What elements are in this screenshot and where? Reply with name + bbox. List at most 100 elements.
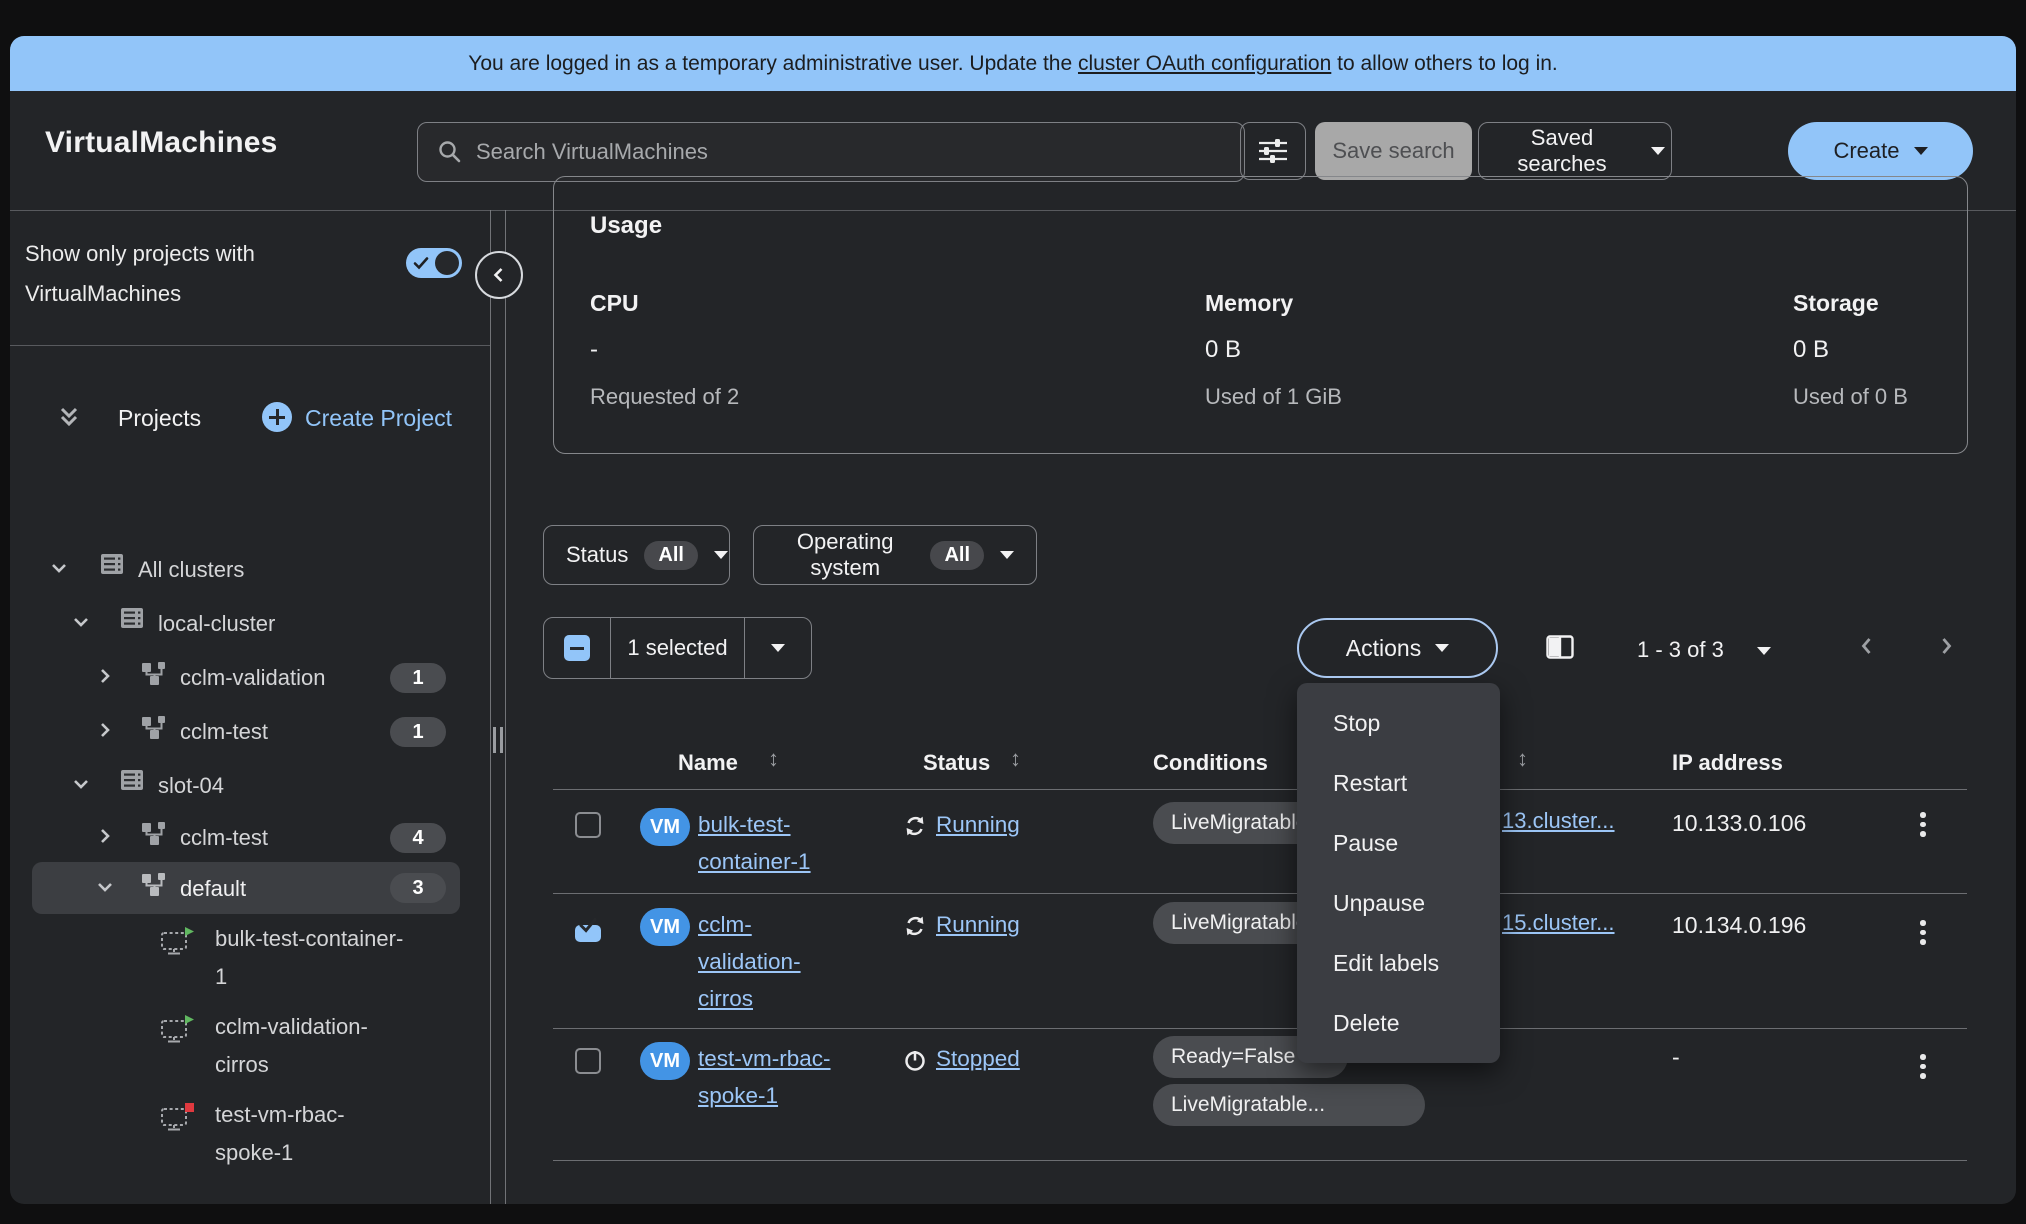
tree-item-cclm-validation[interactable]: cclm-validation <box>180 659 326 697</box>
collapse-all-icon[interactable] <box>56 405 82 436</box>
page-title: VirtualMachines <box>45 126 278 160</box>
sliders-icon <box>1257 138 1289 164</box>
status-filter-dropdown[interactable]: Status All <box>543 525 730 585</box>
menu-item-delete[interactable]: Delete <box>1297 993 1500 1053</box>
manage-columns-button[interactable] <box>1546 635 1574 664</box>
column-header-name[interactable]: Name <box>678 750 738 776</box>
project-icon <box>140 660 166 691</box>
memory-sub: Used of 1 GiB <box>1205 384 1342 410</box>
column-header-ip-address[interactable]: IP address <box>1672 750 1783 776</box>
chevron-down-icon[interactable] <box>70 773 92 800</box>
save-search-button[interactable]: Save search <box>1315 122 1472 180</box>
actions-dropdown-button[interactable]: Actions <box>1297 618 1498 678</box>
search-box[interactable] <box>417 122 1245 182</box>
tree-item-slot-04[interactable]: slot-04 <box>158 767 224 805</box>
check-icon <box>575 912 601 938</box>
bulk-select-checkbox[interactable] <box>564 635 590 661</box>
app-window: You are logged in as a temporary adminis… <box>10 36 2016 1204</box>
toggle-knob <box>435 251 459 275</box>
os-filter-dropdown[interactable]: Operating system All <box>753 525 1037 585</box>
sort-icon[interactable]: ↕ <box>768 746 779 772</box>
vm-status-link[interactable]: Running <box>936 912 1020 938</box>
row-checkbox[interactable] <box>575 1048 601 1074</box>
menu-item-stop[interactable]: Stop <box>1297 693 1500 753</box>
splitter-drag-handle[interactable] <box>493 727 496 753</box>
menu-item-unpause[interactable]: Unpause <box>1297 873 1500 933</box>
pagination-prev-button[interactable] <box>1855 634 1879 663</box>
search-input[interactable] <box>474 138 1244 166</box>
running-status-icon <box>903 814 927 843</box>
vm-count-badge: 1 <box>390 717 446 747</box>
splitter-drag-handle[interactable] <box>500 727 503 753</box>
menu-item-pause[interactable]: Pause <box>1297 813 1500 873</box>
actions-label: Actions <box>1346 635 1421 662</box>
vm-count-badge: 1 <box>390 663 446 693</box>
row-kebab-menu[interactable] <box>1916 916 1930 949</box>
table-header-divider <box>553 789 1967 790</box>
storage-label: Storage <box>1793 290 1879 317</box>
vm-name-link[interactable]: cclm-validation-cirros <box>698 906 840 1017</box>
bulk-select-checkbox-cell[interactable] <box>544 618 611 678</box>
sort-icon[interactable]: ↕ <box>1010 746 1021 772</box>
create-project-link[interactable]: Create Project <box>305 405 452 432</box>
chevron-down-icon <box>1000 551 1014 559</box>
column-header-conditions[interactable]: Conditions <box>1153 750 1268 776</box>
chevron-right-icon[interactable] <box>94 825 116 852</box>
vm-name-link[interactable]: bulk-test-container-1 <box>698 806 840 880</box>
saved-searches-label: Saved searches <box>1485 125 1639 177</box>
sidebar-collapse-button[interactable] <box>475 251 523 299</box>
plus-circle-icon[interactable] <box>262 402 292 432</box>
tree-item-cclm-test-slot04[interactable]: cclm-test <box>180 819 268 857</box>
status-filter-label: Status <box>566 542 628 568</box>
banner-text-after: to allow others to log in. <box>1331 52 1557 75</box>
saved-searches-dropdown[interactable]: Saved searches <box>1478 122 1672 180</box>
cpu-sub: Requested of 2 <box>590 384 739 410</box>
chevron-down-icon[interactable] <box>94 876 116 903</box>
pagination-next-button[interactable] <box>1934 634 1958 663</box>
search-icon <box>436 138 464 166</box>
tree-item-all-clusters[interactable]: All clusters <box>138 551 244 589</box>
vm-kind-badge: VM <box>640 1042 690 1080</box>
chevron-right-icon[interactable] <box>94 665 116 692</box>
create-button[interactable]: Create <box>1788 122 1973 180</box>
chevron-down-icon <box>771 644 785 652</box>
advanced-filter-button[interactable] <box>1240 122 1306 180</box>
tree-item-local-cluster[interactable]: local-cluster <box>158 605 275 643</box>
node-link[interactable]: 15.cluster... <box>1502 910 1615 936</box>
tree-item-default[interactable]: default <box>180 870 246 908</box>
memory-value: 0 B <box>1205 336 1241 364</box>
row-kebab-menu[interactable] <box>1916 1050 1930 1083</box>
pagination-caret-icon[interactable] <box>1757 647 1771 655</box>
sidebar-splitter-line <box>505 210 506 1204</box>
row-checkbox-checked[interactable] <box>575 925 601 942</box>
chevron-right-icon[interactable] <box>94 719 116 746</box>
vm-status-link[interactable]: Stopped <box>936 1046 1020 1072</box>
row-checkbox[interactable] <box>575 812 601 838</box>
cluster-icon <box>118 604 146 637</box>
vm-status-link[interactable]: Running <box>936 812 1020 838</box>
sort-icon[interactable]: ↕ <box>1517 746 1528 772</box>
tree-item-cclm-test[interactable]: cclm-test <box>180 713 268 751</box>
tree-item-vm-test-vm-rbac-spoke-1[interactable]: test-vm-rbac-spoke-1 <box>215 1096 405 1172</box>
show-only-projects-toggle[interactable] <box>406 248 462 278</box>
bulk-select-caret-cell[interactable] <box>745 618 811 678</box>
selected-count[interactable]: 1 selected <box>611 618 745 678</box>
cpu-value: - <box>590 336 598 364</box>
memory-label: Memory <box>1205 290 1293 317</box>
tree-item-vm-cclm-validation-cirros[interactable]: cclm-validation-cirros <box>215 1008 405 1084</box>
menu-item-restart[interactable]: Restart <box>1297 753 1500 813</box>
menu-item-edit-labels[interactable]: Edit labels <box>1297 933 1500 993</box>
vm-name-link[interactable]: test-vm-rbac-spoke-1 <box>698 1040 840 1114</box>
chevron-right-icon <box>1934 634 1958 658</box>
row-kebab-menu[interactable] <box>1916 808 1930 841</box>
node-link[interactable]: 13.cluster... <box>1502 808 1615 834</box>
pagination-range[interactable]: 1 - 3 of 3 <box>1637 637 1724 663</box>
oauth-config-link[interactable]: cluster OAuth configuration <box>1078 52 1331 75</box>
vm-running-icon <box>160 926 196 961</box>
chevron-down-icon[interactable] <box>48 557 70 584</box>
column-header-status[interactable]: Status <box>923 750 990 776</box>
chevron-down-icon[interactable] <box>70 611 92 638</box>
bulk-select-split-button: 1 selected <box>543 617 812 679</box>
tree-item-vm-bulk-test-container-1[interactable]: bulk-test-container-1 <box>215 920 405 996</box>
vm-count-badge: 3 <box>390 873 446 903</box>
